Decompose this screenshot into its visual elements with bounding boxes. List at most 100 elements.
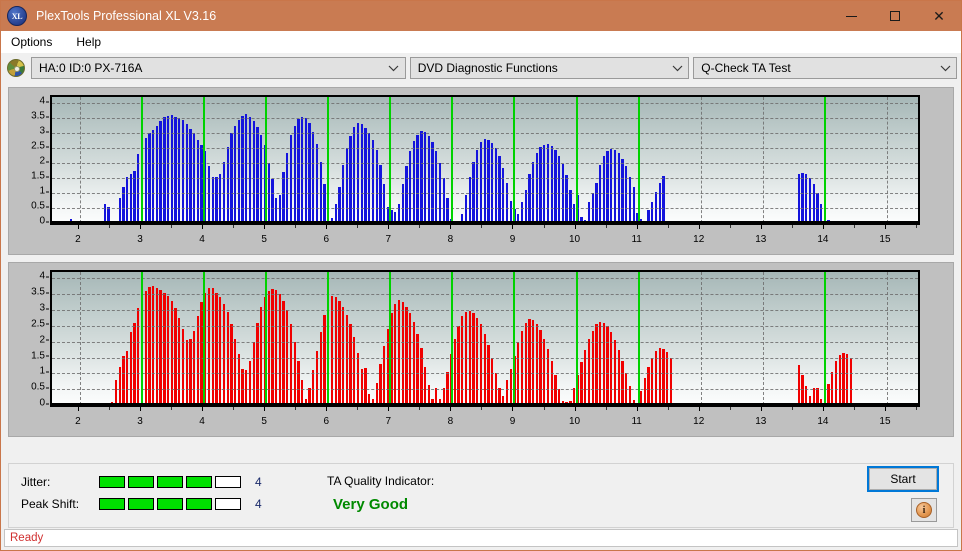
chart-bar bbox=[181, 329, 185, 405]
x-axis-minor-tick bbox=[108, 407, 110, 410]
peak-shift-chart-y-axis: 0 0.5 1 1.5 2 2.5 3 3.5 4 bbox=[9, 263, 49, 436]
chart-bar bbox=[587, 202, 591, 223]
chart-bar bbox=[520, 202, 524, 223]
chart-bar bbox=[613, 149, 617, 223]
jitter-chart-y-axis: 0 0.5 1 1.5 2 2.5 3 3.5 4 bbox=[9, 88, 49, 254]
chart-bar bbox=[211, 176, 214, 223]
y-axis-tick-label: 3.5 bbox=[31, 286, 49, 298]
chart-bar bbox=[580, 362, 583, 405]
x-axis-tick-label: 14 bbox=[817, 234, 829, 245]
x-axis-minor-tick bbox=[481, 225, 483, 228]
x-axis-minor-tick bbox=[853, 225, 855, 228]
gridline-vertical bbox=[79, 272, 81, 405]
chart-bar bbox=[267, 291, 270, 405]
selector-toolbar: HA:0 ID:0 PX-716A DVD Diagnostic Functio… bbox=[5, 55, 957, 81]
chart-bar bbox=[297, 360, 300, 405]
x-axis-minor-tick bbox=[791, 225, 793, 228]
minimize-button[interactable] bbox=[829, 1, 873, 31]
chart-bar bbox=[125, 351, 129, 405]
info-button[interactable]: i bbox=[911, 498, 937, 522]
x-axis-minor-tick bbox=[916, 407, 917, 410]
chart-bar bbox=[476, 149, 479, 223]
x-axis-tick-label: 2 bbox=[75, 234, 81, 245]
x-axis-minor-tick bbox=[419, 407, 421, 410]
track-marker-line bbox=[327, 272, 330, 405]
maximize-button[interactable] bbox=[873, 1, 917, 31]
chart-bar bbox=[375, 382, 378, 405]
x-axis-tick-mark bbox=[512, 225, 514, 229]
y-axis-tick-label: 1 bbox=[39, 185, 49, 197]
y-axis-tick-label: 0.5 bbox=[31, 200, 49, 212]
chart-bar bbox=[797, 365, 800, 405]
gridline-vertical bbox=[79, 97, 81, 223]
x-axis-tick-label: 10 bbox=[569, 234, 581, 245]
track-marker-line bbox=[203, 97, 206, 223]
chart-bar bbox=[207, 287, 211, 405]
track-marker-line bbox=[265, 97, 268, 223]
chart-bar bbox=[654, 350, 658, 405]
x-axis-tick-mark bbox=[760, 407, 762, 411]
gridline-horizontal bbox=[52, 193, 918, 194]
y-axis-tick-label: 0.5 bbox=[31, 381, 49, 393]
chart-bar bbox=[550, 145, 553, 223]
chart-bar bbox=[472, 313, 475, 405]
chart-bar bbox=[595, 324, 598, 405]
chart-bar bbox=[371, 139, 375, 223]
x-axis-tick-label: 4 bbox=[199, 416, 205, 427]
start-button[interactable]: Start bbox=[867, 466, 939, 492]
peak-shift-label: Peak Shift: bbox=[21, 497, 80, 511]
menu-item-help[interactable]: Help bbox=[74, 33, 111, 51]
x-axis-tick-label: 6 bbox=[323, 416, 330, 427]
chart-bar bbox=[827, 384, 830, 405]
chart-bar bbox=[315, 144, 319, 223]
drive-select[interactable]: HA:0 ID:0 PX-716A bbox=[31, 57, 406, 79]
x-axis-tick-label: 13 bbox=[755, 234, 767, 245]
chart-bar bbox=[669, 357, 673, 405]
gridline-horizontal bbox=[52, 357, 918, 359]
chart-bar bbox=[323, 314, 326, 405]
meter-segment bbox=[128, 498, 154, 510]
x-axis-tick-label: 9 bbox=[509, 234, 516, 245]
chart-bar bbox=[215, 177, 218, 223]
chart-bar bbox=[595, 182, 598, 223]
x-axis-tick-label: 4 bbox=[199, 234, 205, 245]
chart-bar bbox=[610, 332, 613, 405]
function-select[interactable]: DVD Diagnostic Functions bbox=[409, 57, 690, 79]
close-button[interactable]: ✕ bbox=[917, 1, 961, 31]
x-axis-tick-mark bbox=[140, 407, 141, 411]
x-axis-minor-tick bbox=[543, 225, 545, 228]
test-select[interactable]: Q-Check TA Test bbox=[693, 57, 957, 79]
x-axis-minor-tick bbox=[791, 407, 793, 410]
jitter-chart-plot-area bbox=[50, 95, 920, 225]
chart-bar bbox=[479, 142, 483, 223]
x-axis-tick-mark bbox=[202, 225, 204, 229]
chart-bar bbox=[129, 332, 132, 405]
info-icon: i bbox=[916, 502, 932, 518]
track-marker-line bbox=[203, 272, 206, 405]
chart-bar bbox=[256, 322, 259, 405]
x-axis-tick-label: 9 bbox=[509, 416, 516, 427]
chart-bar bbox=[531, 320, 535, 405]
x-axis-tick-mark bbox=[264, 225, 266, 229]
chart-bar bbox=[599, 322, 602, 405]
chart-bar bbox=[569, 190, 572, 223]
track-marker-line bbox=[141, 97, 143, 223]
x-axis-tick-mark bbox=[636, 225, 638, 229]
chevron-down-icon bbox=[387, 61, 401, 75]
menu-item-options[interactable]: Options bbox=[9, 33, 62, 51]
chart-bar bbox=[565, 175, 568, 223]
axis-baseline bbox=[52, 403, 918, 405]
x-axis-minor-tick bbox=[605, 407, 607, 410]
chart-bar bbox=[137, 154, 140, 223]
chart-bar bbox=[442, 178, 445, 223]
chart-bar bbox=[166, 115, 170, 223]
x-axis-tick-mark bbox=[574, 225, 576, 229]
chart-bar bbox=[524, 322, 527, 405]
chart-bar bbox=[554, 149, 557, 223]
track-marker-line bbox=[823, 97, 826, 223]
chart-bar bbox=[341, 306, 345, 405]
gridline-horizontal bbox=[52, 389, 918, 391]
x-axis-minor-tick bbox=[543, 407, 545, 410]
chart-bar bbox=[621, 158, 624, 223]
chart-bar bbox=[271, 289, 274, 405]
